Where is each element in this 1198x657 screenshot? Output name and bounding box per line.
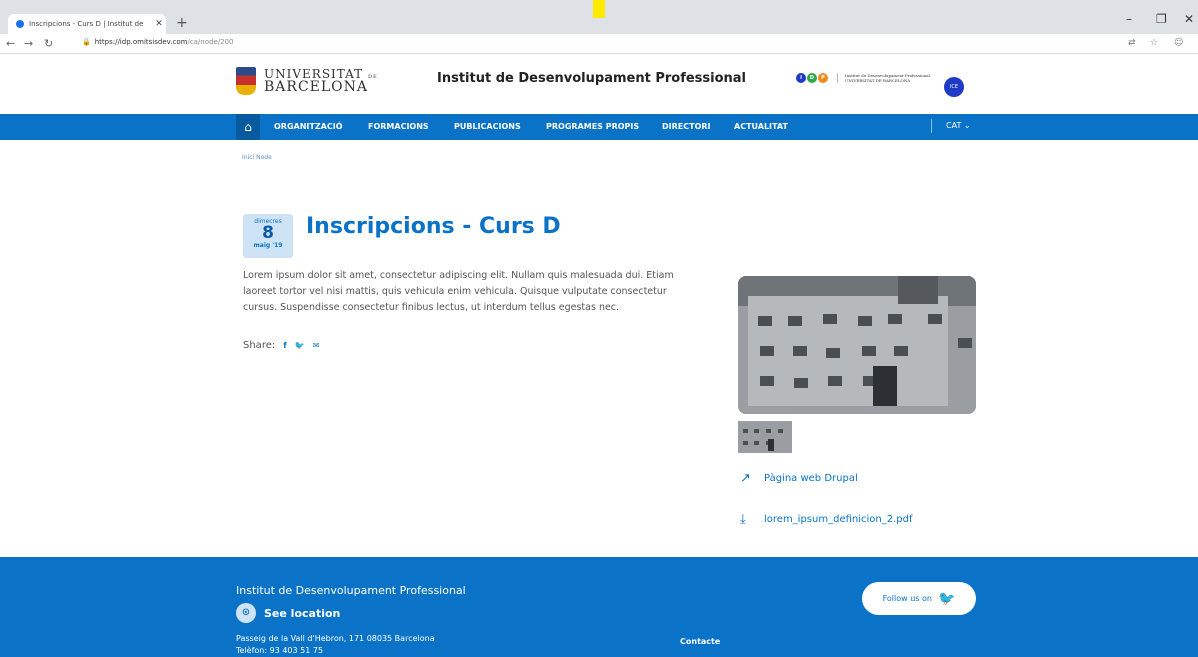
- nav-item-directori[interactable]: DIRECTORI: [662, 122, 711, 131]
- new-tab-icon[interactable]: +: [176, 15, 188, 31]
- ub-crest-icon: [236, 67, 256, 95]
- twitter-bird-icon: 🐦: [937, 590, 956, 607]
- language-selector[interactable]: CAT ⌄: [931, 119, 971, 133]
- url-field[interactable]: 🔒 https://idp.omitsisdev.com/ca/node/200: [82, 38, 233, 46]
- date-month: maig '19: [253, 242, 283, 249]
- tab-title: Inscripcions - Curs D | Institut de: [29, 20, 144, 28]
- drupal-link[interactable]: ↗ Pàgina web Drupal: [740, 471, 858, 486]
- main-navigation: ⌂ ORGANITZACIÓ FORMACIONS PUBLICACIONS P…: [0, 114, 1198, 140]
- footer-address-block: Passeig de la Vall d'Hebron, 171 08035 B…: [236, 633, 435, 657]
- nav-item-publicacions[interactable]: PUBLICACIONS: [454, 122, 521, 131]
- nav-item-organitzacio[interactable]: ORGANITZACIÓ: [274, 122, 343, 131]
- nav-item-programes-propis[interactable]: PROGRAMES PROPIS: [546, 122, 639, 131]
- maximize-icon[interactable]: ❐: [1156, 12, 1167, 26]
- see-location-link[interactable]: ⊙ See location: [236, 603, 340, 623]
- lock-icon: 🔒: [82, 38, 91, 46]
- forward-icon[interactable]: →: [24, 37, 33, 50]
- idp-logo[interactable]: I D P Institut de Desenvolupament Profes…: [796, 73, 937, 84]
- back-icon[interactable]: ←: [6, 37, 15, 50]
- home-icon[interactable]: ⌂: [236, 114, 260, 140]
- nav-item-actualitat[interactable]: ACTUALITAT: [734, 122, 788, 131]
- url-path: /ca/node/200: [187, 38, 234, 46]
- highlight-marker: [593, 0, 605, 18]
- idp-dot-p-icon: P: [818, 73, 828, 84]
- minimize-icon[interactable]: –: [1126, 12, 1132, 26]
- idp-dot-i-icon: I: [796, 73, 806, 84]
- idp-dot-d-icon: D: [807, 73, 817, 84]
- pdf-download-link[interactable]: ⤓ lorem_ipsum_definicion_2.pdf: [740, 512, 913, 527]
- pdf-download-label: lorem_ipsum_definicion_2.pdf: [764, 514, 913, 525]
- email-icon[interactable]: ✉: [313, 341, 320, 350]
- drupal-link-label: Pàgina web Drupal: [764, 473, 858, 484]
- idp-logo-text: Institut de Desenvolupament Professional…: [837, 73, 937, 84]
- ub-logo-line2: BARCELONA: [264, 79, 369, 95]
- close-tab-icon[interactable]: ✕: [152, 19, 166, 29]
- date-day: 8: [262, 223, 274, 243]
- article-image[interactable]: [738, 276, 976, 414]
- contact-link[interactable]: Contacte: [680, 637, 720, 646]
- follow-label: Follow us on: [882, 594, 932, 603]
- article-body: Lorem ipsum dolor sit amet, consectetur …: [243, 270, 674, 313]
- footer-phone: Telèfon: 93 403 51 75: [236, 646, 324, 655]
- download-icon: ⤓: [740, 512, 746, 527]
- site-header: UNIVERSITAT DE BARCELONA Institut de Des…: [0, 54, 1198, 114]
- ub-logo-line1-small: DE: [367, 74, 378, 80]
- see-location-label: See location: [264, 606, 341, 620]
- share-bar: Share: f 🐦 ✉: [243, 340, 319, 351]
- close-window-icon[interactable]: ✕: [1184, 12, 1194, 26]
- image-thumbnail[interactable]: [738, 421, 792, 453]
- page-title: Inscripcions - Curs D: [306, 214, 561, 239]
- browser-tab[interactable]: Inscripcions - Curs D | Institut de ✕: [8, 14, 166, 34]
- follow-twitter-button[interactable]: Follow us on 🐦: [862, 582, 976, 615]
- date-badge: dimecres 8 maig '19: [243, 214, 293, 258]
- url-host: https://idp.omitsisdev.com: [94, 38, 188, 46]
- share-label: Share:: [243, 340, 276, 351]
- external-link-icon: ↗: [740, 471, 751, 486]
- footer-address: Passeig de la Vall d'Hebron, 171 08035 B…: [236, 634, 435, 643]
- site-favicon-icon: [16, 20, 24, 28]
- breadcrumb[interactable]: Inici Node: [242, 154, 272, 161]
- facebook-icon[interactable]: f: [283, 341, 286, 350]
- location-pin-icon: ⊙: [236, 603, 256, 623]
- footer-title: Institut de Desenvolupament Professional: [236, 584, 466, 597]
- ice-logo[interactable]: ICE: [944, 77, 964, 97]
- language-label: CAT: [946, 121, 962, 130]
- site-title[interactable]: Institut de Desenvolupament Professional: [437, 71, 746, 86]
- ub-logo[interactable]: UNIVERSITAT DE BARCELONA: [236, 67, 378, 95]
- reload-icon[interactable]: ↻: [44, 37, 53, 50]
- nav-item-formacions[interactable]: FORMACIONS: [368, 122, 429, 131]
- profile-icon[interactable]: ☺: [1174, 38, 1183, 48]
- address-bar: ← → ↻ 🔒 https://idp.omitsisdev.com/ca/nod…: [0, 34, 1198, 54]
- translate-icon[interactable]: ⇄: [1128, 38, 1136, 48]
- twitter-icon[interactable]: 🐦: [295, 341, 305, 350]
- site-footer: Institut de Desenvolupament Professional…: [0, 557, 1198, 657]
- chevron-down-icon: ⌄: [963, 121, 971, 130]
- bookmark-star-icon[interactable]: ☆: [1150, 38, 1158, 48]
